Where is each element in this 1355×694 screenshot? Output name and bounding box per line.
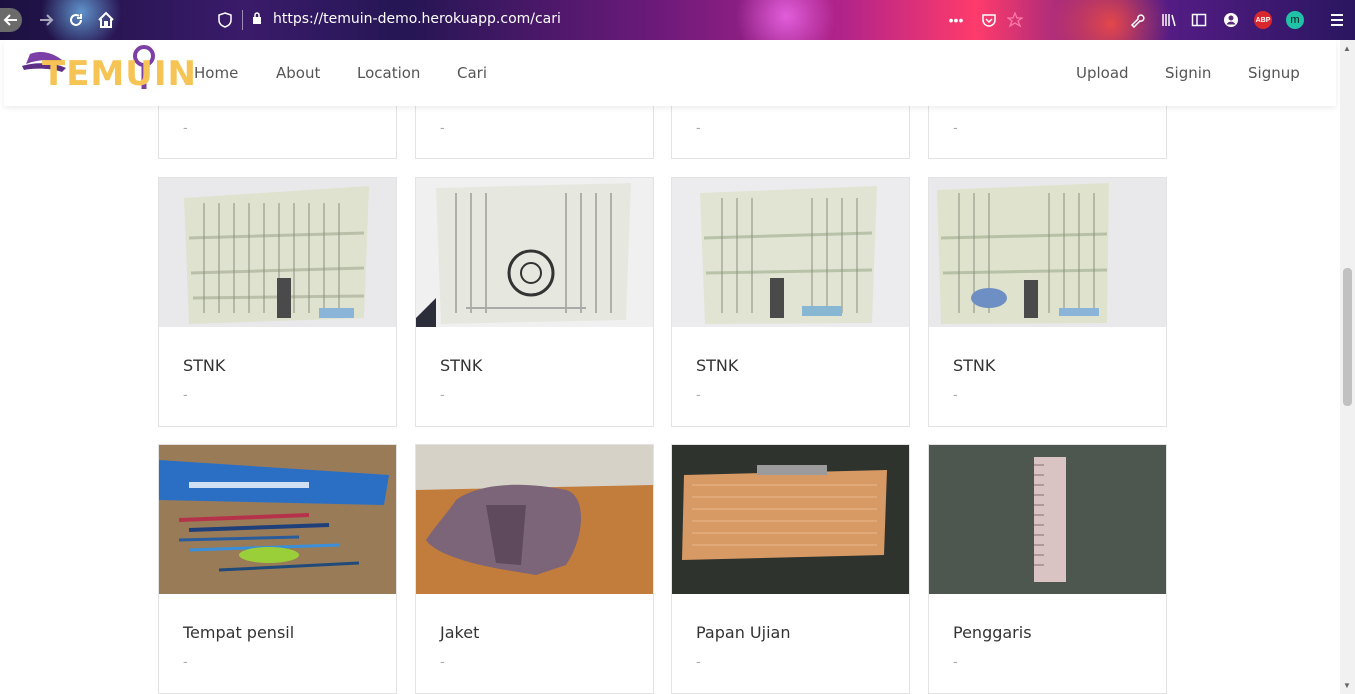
item-card[interactable]: STNK - [158, 177, 397, 427]
item-title[interactable]: Jaket [440, 623, 479, 642]
scroll-down-icon[interactable]: ▼ [1343, 681, 1351, 690]
forward-icon[interactable] [36, 8, 56, 32]
nav-location[interactable]: Location [357, 64, 420, 82]
item-card[interactable]: Papan Ujian - [671, 444, 910, 694]
item-title[interactable]: Tempat pensil [183, 623, 294, 642]
stnk-photo[interactable] [672, 178, 909, 327]
page-viewport: - - - - STNK - STNK - STNK - STNK - Temp… [0, 40, 1340, 694]
stnk-photo[interactable] [159, 178, 396, 327]
item-description: - [696, 119, 701, 135]
more-icon[interactable]: ••• [945, 8, 967, 32]
account-icon[interactable] [1220, 8, 1242, 32]
nav-about[interactable]: About [276, 64, 320, 82]
reload-icon[interactable] [66, 8, 86, 32]
item-description: - [440, 119, 445, 135]
clipboard-photo[interactable] [672, 445, 909, 594]
item-card[interactable]: Jaket - [415, 444, 654, 694]
nav-signup[interactable]: Signup [1248, 64, 1300, 82]
pencil-case-photo[interactable] [159, 445, 396, 594]
item-title[interactable]: STNK [440, 356, 482, 375]
nav-upload[interactable]: Upload [1076, 64, 1129, 82]
item-description: - [953, 653, 958, 669]
item-description: - [183, 653, 188, 669]
item-title[interactable]: STNK [183, 356, 225, 375]
jacket-photo[interactable] [416, 445, 653, 594]
menu-icon[interactable] [1326, 8, 1348, 32]
adblock-icon[interactable]: ABP [1254, 11, 1272, 29]
ruler-photo[interactable] [929, 445, 1166, 594]
browser-toolbar: https://temuin-demo.herokuapp.com/cari •… [0, 0, 1355, 40]
lock-icon [253, 12, 261, 24]
item-card[interactable]: STNK - [415, 177, 654, 427]
shield-icon[interactable] [212, 8, 238, 32]
item-card[interactable]: STNK - [671, 177, 910, 427]
item-title[interactable]: STNK [953, 356, 995, 375]
item-description: - [696, 653, 701, 669]
site-navbar: TEMUIN Home About Location Cari Upload S… [4, 40, 1336, 106]
site-logo[interactable]: TEMUIN [22, 42, 196, 98]
extension-m-icon[interactable]: m [1286, 11, 1304, 29]
star-icon[interactable] [1004, 8, 1026, 32]
scroll-thumb[interactable] [1343, 268, 1352, 406]
stnk-photo[interactable] [929, 178, 1166, 327]
home-icon[interactable] [96, 8, 116, 32]
wrench-icon[interactable] [1126, 8, 1148, 32]
item-title[interactable]: Papan Ujian [696, 623, 790, 642]
item-description: - [953, 119, 958, 135]
url-field[interactable]: https://temuin-demo.herokuapp.com/cari [273, 11, 561, 27]
item-description: - [440, 386, 445, 402]
item-title[interactable]: Penggaris [953, 623, 1032, 642]
item-title[interactable]: STNK [696, 356, 738, 375]
item-card[interactable]: Tempat pensil - [158, 444, 397, 694]
back-icon[interactable] [0, 8, 22, 32]
logo-text: TEMUIN [42, 54, 197, 94]
scroll-up-icon[interactable]: ▲ [1343, 44, 1351, 53]
library-icon[interactable] [1158, 8, 1180, 32]
item-description: - [696, 386, 701, 402]
nav-home[interactable]: Home [194, 64, 238, 82]
item-description: - [953, 386, 958, 402]
urlbar-separator [242, 10, 243, 30]
page-scrollbar[interactable]: ▲ ▼ [1340, 40, 1355, 694]
item-card[interactable]: Penggaris - [928, 444, 1167, 694]
pocket-icon[interactable] [978, 8, 1000, 32]
item-card[interactable]: STNK - [928, 177, 1167, 427]
nav-signin[interactable]: Signin [1165, 64, 1211, 82]
stnk-photo[interactable] [416, 178, 653, 327]
item-description: - [440, 653, 445, 669]
item-description: - [183, 386, 188, 402]
sidebar-icon[interactable] [1188, 8, 1210, 32]
item-description: - [183, 119, 188, 135]
nav-cari[interactable]: Cari [457, 64, 487, 82]
